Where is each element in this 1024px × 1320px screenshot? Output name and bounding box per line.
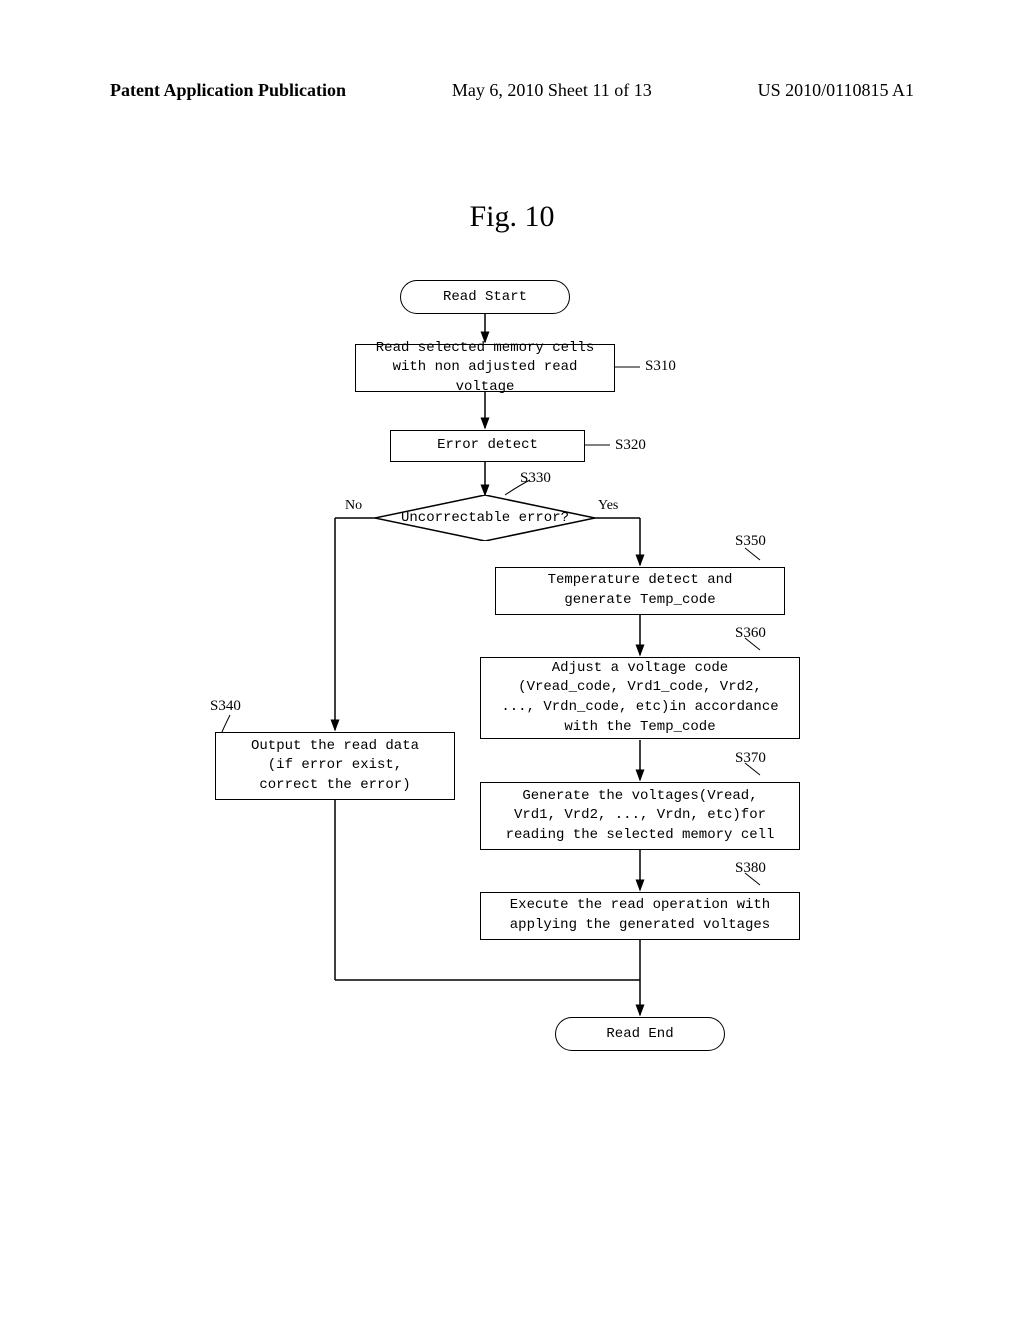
process-s340-text: Output the read data (if error exist, co…: [251, 737, 419, 796]
flowchart: Read Start Read selected memory cells wi…: [100, 270, 924, 1170]
figure-title: Fig. 10: [0, 200, 1024, 234]
header-left: Patent Application Publication: [110, 80, 346, 101]
process-s370-text: Generate the voltages(Vread, Vrd1, Vrd2,…: [506, 787, 775, 846]
process-s370: Generate the voltages(Vread, Vrd1, Vrd2,…: [480, 782, 800, 850]
terminator-start: Read Start: [400, 280, 570, 314]
terminator-end: Read End: [555, 1017, 725, 1051]
label-s370: S370: [735, 750, 766, 767]
process-s320: Error detect: [390, 430, 585, 462]
page-header: Patent Application Publication May 6, 20…: [0, 80, 1024, 101]
process-s350: Temperature detect and generate Temp_cod…: [495, 567, 785, 615]
page: Patent Application Publication May 6, 20…: [0, 0, 1024, 1320]
label-s380: S380: [735, 860, 766, 877]
header-right: US 2010/0110815 A1: [758, 80, 914, 101]
process-s360: Adjust a voltage code (Vread_code, Vrd1_…: [480, 657, 800, 739]
decision-s330: Uncorrectable error?: [375, 495, 595, 541]
process-s380: Execute the read operation with applying…: [480, 892, 800, 940]
terminator-end-text: Read End: [606, 1026, 673, 1042]
decision-s330-text: Uncorrectable error?: [375, 510, 595, 526]
decision-no-label: No: [345, 498, 362, 514]
process-s360-text: Adjust a voltage code (Vread_code, Vrd1_…: [501, 659, 778, 737]
label-s360: S360: [735, 625, 766, 642]
label-s340: S340: [210, 698, 241, 715]
process-s340: Output the read data (if error exist, co…: [215, 732, 455, 800]
label-s330: S330: [520, 470, 551, 487]
label-s350: S350: [735, 533, 766, 550]
label-s320: S320: [615, 437, 646, 454]
process-s350-text: Temperature detect and generate Temp_cod…: [548, 571, 733, 610]
process-s310-text: Read selected memory cells with non adju…: [364, 339, 606, 398]
label-s310: S310: [645, 358, 676, 375]
header-mid: May 6, 2010 Sheet 11 of 13: [452, 80, 652, 101]
process-s310: Read selected memory cells with non adju…: [355, 344, 615, 392]
terminator-start-text: Read Start: [443, 289, 527, 305]
process-s320-text: Error detect: [437, 436, 538, 456]
process-s380-text: Execute the read operation with applying…: [510, 896, 770, 935]
decision-yes-label: Yes: [598, 498, 618, 514]
